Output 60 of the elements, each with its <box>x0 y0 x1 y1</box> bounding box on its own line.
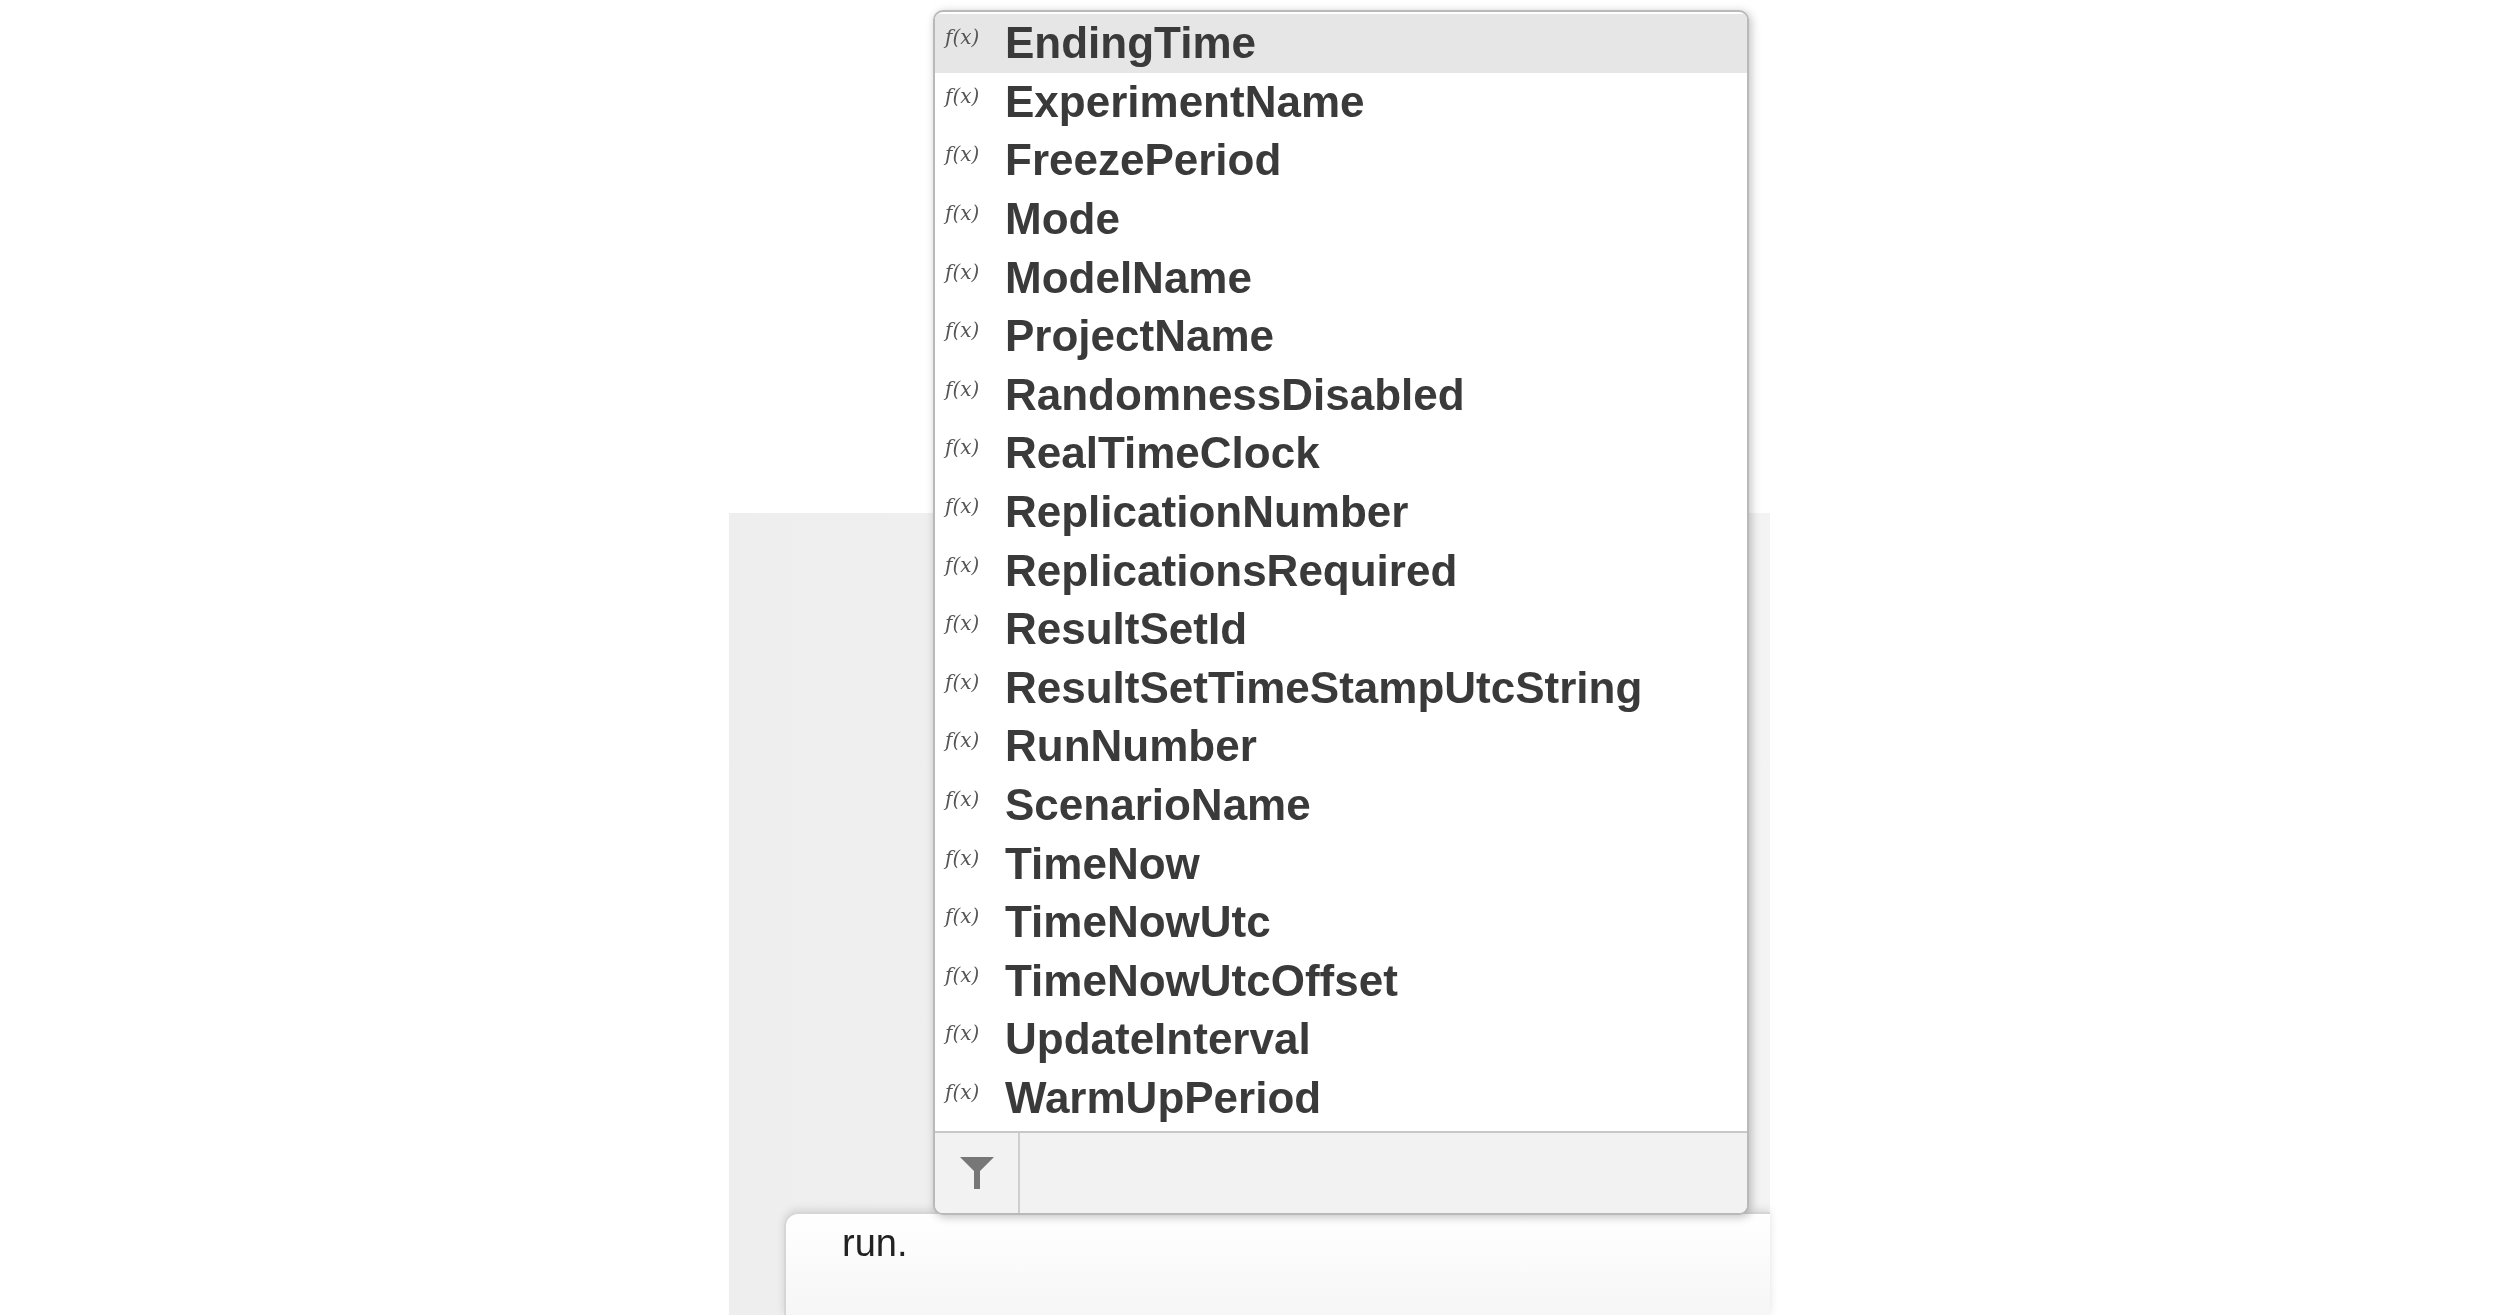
function-symbol: f(x) <box>945 669 981 694</box>
completion-item[interactable]: f(x) ScenarioName <box>935 775 1747 835</box>
item-label: ModelName <box>1005 252 1252 303</box>
item-label: ScenarioName <box>1005 780 1311 830</box>
function-symbol: f(x) <box>945 25 981 50</box>
completion-item[interactable]: f(x) ReplicationsRequired <box>935 541 1747 600</box>
item-label: TimeNow <box>1005 838 1200 889</box>
filter-button[interactable] <box>935 1133 1020 1213</box>
function-symbol: f(x) <box>945 376 981 401</box>
completion-item[interactable]: f(x) ProjectName <box>935 306 1747 366</box>
function-symbol: f(x) <box>945 142 981 167</box>
function-symbol: f(x) <box>945 83 981 108</box>
item-label: Mode <box>1005 194 1120 245</box>
item-label: FreezePeriod <box>1005 135 1282 186</box>
function-symbol: f(x) <box>945 962 981 987</box>
item-label: EndingTime <box>1005 18 1256 69</box>
completion-item[interactable]: f(x) ResultSetTimeStampUtcString <box>935 658 1747 718</box>
completion-item[interactable]: f(x) RunNumber <box>935 717 1747 776</box>
editor-text: run. <box>842 1222 908 1264</box>
item-label: UpdateInterval <box>1005 1014 1311 1065</box>
completion-item[interactable]: f(x) UpdateInterval <box>935 1010 1747 1069</box>
function-symbol: f(x) <box>945 845 981 870</box>
item-label: ResultSetId <box>1005 604 1248 655</box>
completion-item[interactable]: f(x) TimeNowUtcOffset <box>935 951 1747 1011</box>
completion-item[interactable]: f(x) Mode <box>935 189 1747 249</box>
function-symbol: f(x) <box>945 494 981 519</box>
function-symbol: f(x) <box>945 1021 981 1046</box>
item-label: TimeNowUtcOffset <box>1005 955 1398 1006</box>
completion-item[interactable]: f(x) RealTimeClock <box>935 424 1747 483</box>
item-label: RunNumber <box>1005 721 1257 772</box>
item-label: ProjectName <box>1005 311 1274 362</box>
completion-item[interactable]: f(x) TimeNowUtc <box>935 892 1747 952</box>
item-label: WarmUpPeriod <box>1005 1073 1322 1123</box>
item-label: TimeNowUtc <box>1005 897 1271 948</box>
function-symbol: f(x) <box>945 787 981 811</box>
item-label: ExperimentName <box>1005 76 1365 127</box>
item-label: RandomnessDisabled <box>1005 369 1465 420</box>
item-label: RealTimeClock <box>1005 428 1320 479</box>
function-symbol: f(x) <box>945 318 981 343</box>
function-symbol: f(x) <box>945 1080 981 1104</box>
function-symbol: f(x) <box>945 904 981 929</box>
function-symbol: f(x) <box>945 611 981 636</box>
function-symbol: f(x) <box>945 259 981 284</box>
completion-item[interactable]: f(x) ResultSetId <box>935 599 1747 659</box>
completion-item[interactable]: f(x) ModelName <box>935 248 1747 307</box>
function-symbol: f(x) <box>945 201 981 226</box>
function-symbol: f(x) <box>945 552 981 577</box>
completion-item[interactable]: f(x) WarmUpPeriod <box>935 1068 1747 1128</box>
completion-item[interactable]: f(x) TimeNow <box>935 834 1747 893</box>
completion-item[interactable]: f(x) RandomnessDisabled <box>935 365 1747 425</box>
item-label: ResultSetTimeStampUtcString <box>1005 662 1643 713</box>
item-label: ReplicationNumber <box>1005 487 1409 538</box>
function-symbol: f(x) <box>945 435 981 460</box>
completion-item[interactable]: f(x) ReplicationNumber <box>935 482 1747 542</box>
completion-item[interactable]: f(x) EndingTime <box>935 14 1747 73</box>
filter-field[interactable] <box>1020 1133 1747 1213</box>
completion-item[interactable]: f(x) ExperimentName <box>935 72 1747 132</box>
item-label: ReplicationsRequired <box>1005 545 1458 596</box>
completion-item[interactable]: f(x) FreezePeriod <box>935 131 1747 190</box>
function-symbol: f(x) <box>945 728 981 753</box>
